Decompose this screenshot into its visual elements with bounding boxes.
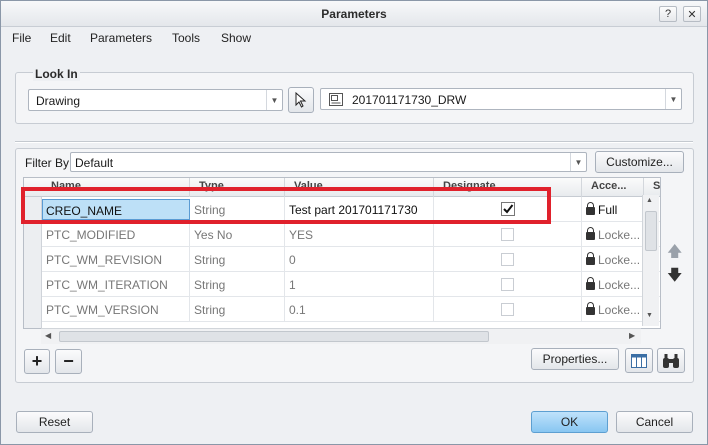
- table-header: Name Type Value Designate Acce... S: [24, 178, 660, 197]
- look-in-object-select[interactable]: 201701171730_DRW ▼: [320, 88, 682, 110]
- table-columns-button[interactable]: [625, 348, 653, 373]
- ok-button[interactable]: OK: [531, 411, 608, 433]
- properties-button[interactable]: Properties...: [531, 348, 619, 370]
- horizontal-scroll-thumb[interactable]: [59, 331, 489, 342]
- designate-cell[interactable]: [434, 247, 582, 272]
- minus-icon: −: [63, 351, 74, 371]
- row-selector-column: [24, 197, 42, 328]
- lock-icon: [586, 202, 595, 215]
- designate-checkbox[interactable]: [501, 253, 514, 266]
- scroll-left-icon[interactable]: ◀: [45, 331, 51, 340]
- customize-button[interactable]: Customize...: [595, 151, 684, 173]
- value-cell[interactable]: 0: [285, 247, 434, 272]
- table-row[interactable]: PTC_WM_REVISION String 0 Locke...: [42, 247, 660, 272]
- filter-by-label: Filter By: [25, 156, 70, 170]
- designate-checkbox[interactable]: [501, 278, 514, 291]
- select-object-button[interactable]: [288, 87, 314, 113]
- access-cell[interactable]: Locke...: [582, 247, 644, 272]
- scroll-up-icon[interactable]: ▲: [646, 197, 653, 204]
- column-header-access[interactable]: Acce...: [582, 178, 644, 197]
- chevron-down-icon: ▼: [570, 153, 586, 171]
- type-cell[interactable]: String: [190, 197, 285, 222]
- menu-edit[interactable]: Edit: [50, 31, 71, 45]
- name-cell[interactable]: PTC_MODIFIED: [42, 222, 190, 247]
- menu-bar: File Edit Parameters Tools Show: [1, 28, 707, 50]
- filter-select[interactable]: Default ▼: [70, 152, 587, 172]
- close-icon[interactable]: ✕: [683, 6, 701, 22]
- table-row[interactable]: PTC_WM_VERSION String 0.1 Locke...: [42, 297, 660, 322]
- designate-checkbox-checked[interactable]: [501, 202, 515, 216]
- value-cell[interactable]: 0.1: [285, 297, 434, 322]
- lock-icon: [586, 277, 595, 290]
- parameters-table: Name Type Value Designate Acce... S CREO…: [23, 177, 661, 329]
- value-cell[interactable]: Test part 201701171730: [285, 197, 434, 222]
- filter-value: Default: [75, 156, 114, 170]
- add-parameter-button[interactable]: +: [24, 349, 50, 374]
- lock-icon: [586, 302, 595, 315]
- scope-value: Drawing: [36, 94, 81, 108]
- lock-icon: [586, 252, 595, 265]
- name-cell[interactable]: PTC_WM_REVISION: [42, 247, 190, 272]
- access-cell[interactable]: Locke...: [582, 272, 644, 297]
- column-header-type[interactable]: Type: [190, 178, 285, 197]
- cursor-arrow-icon: [295, 92, 307, 108]
- columns-icon: [631, 353, 647, 368]
- move-down-icon[interactable]: 🡇: [667, 265, 682, 290]
- name-cell[interactable]: PTC_WM_ITERATION: [42, 272, 190, 297]
- table-vertical-scrollbar[interactable]: ▲ ▼: [642, 195, 659, 326]
- look-in-label: Look In: [33, 67, 80, 81]
- designate-checkbox[interactable]: [501, 228, 514, 241]
- plus-icon: +: [31, 351, 43, 371]
- designate-cell[interactable]: [434, 297, 582, 322]
- name-edit-field[interactable]: CREO_NAME: [42, 199, 190, 220]
- chevron-down-icon: ▼: [266, 90, 282, 110]
- scroll-right-icon[interactable]: ▶: [629, 331, 635, 340]
- menu-tools[interactable]: Tools: [172, 31, 200, 45]
- scroll-down-icon[interactable]: ▼: [646, 312, 653, 319]
- type-cell[interactable]: String: [190, 297, 285, 322]
- type-cell[interactable]: String: [190, 247, 285, 272]
- name-cell[interactable]: PTC_WM_VERSION: [42, 297, 190, 322]
- table-row[interactable]: PTC_MODIFIED Yes No YES Locke...: [42, 222, 660, 247]
- designate-cell[interactable]: [434, 197, 582, 222]
- binoculars-icon: [663, 353, 679, 368]
- help-icon[interactable]: ?: [659, 6, 677, 22]
- vertical-scroll-thumb[interactable]: [645, 211, 657, 251]
- table-row[interactable]: PTC_WM_ITERATION String 1 Locke...: [42, 272, 660, 297]
- title-bar: Parameters ? ✕: [1, 1, 707, 27]
- look-in-scope-select[interactable]: Drawing ▼: [28, 89, 283, 111]
- reset-button[interactable]: Reset: [16, 411, 93, 433]
- column-header-value[interactable]: Value: [285, 178, 434, 197]
- chevron-down-icon: ▼: [665, 89, 681, 109]
- cancel-button[interactable]: Cancel: [616, 411, 693, 433]
- menu-file[interactable]: File: [12, 31, 31, 45]
- designate-cell[interactable]: [434, 222, 582, 247]
- lock-icon: [586, 227, 595, 240]
- divider: [15, 141, 693, 143]
- access-cell[interactable]: Full: [582, 197, 644, 222]
- window-title: Parameters: [321, 7, 387, 21]
- move-up-icon[interactable]: 🡅: [667, 241, 682, 266]
- type-cell[interactable]: String: [190, 272, 285, 297]
- access-cell[interactable]: Locke...: [582, 297, 644, 322]
- parameters-dialog: Parameters ? ✕ File Edit Parameters Tool…: [0, 0, 708, 445]
- column-header-name[interactable]: Name: [42, 178, 190, 197]
- menu-show[interactable]: Show: [221, 31, 251, 45]
- drawing-icon: [329, 93, 343, 106]
- remove-parameter-button[interactable]: −: [55, 349, 82, 374]
- object-value: 201701171730_DRW: [352, 93, 467, 107]
- designate-cell[interactable]: [434, 272, 582, 297]
- access-cell[interactable]: Locke...: [582, 222, 644, 247]
- table-row[interactable]: CREO_NAME String Test part 201701171730 …: [42, 197, 660, 222]
- type-cell[interactable]: Yes No: [190, 222, 285, 247]
- designate-checkbox[interactable]: [501, 303, 514, 316]
- menu-parameters[interactable]: Parameters: [90, 31, 152, 45]
- find-button[interactable]: [657, 348, 685, 373]
- value-cell[interactable]: 1: [285, 272, 434, 297]
- column-header-designate[interactable]: Designate: [434, 178, 582, 197]
- name-cell-editing[interactable]: CREO_NAME: [42, 197, 190, 222]
- table-horizontal-scrollbar[interactable]: ◀ ▶: [41, 328, 641, 344]
- value-cell[interactable]: YES: [285, 222, 434, 247]
